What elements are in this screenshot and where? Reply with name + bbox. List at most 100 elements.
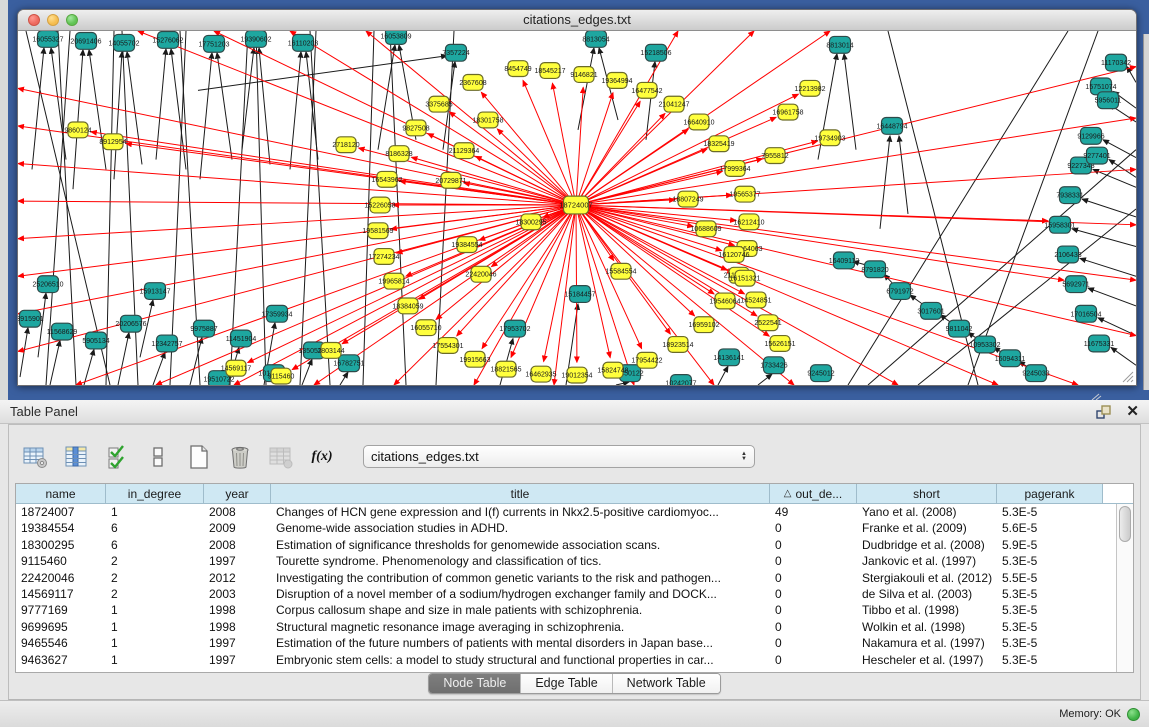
network-node[interactable]: 16409112 — [829, 252, 860, 269]
network-node[interactable]: 15218506 — [640, 44, 671, 61]
tab-node-table[interactable]: Node Table — [429, 674, 521, 693]
network-node[interactable]: 9277401 — [1083, 147, 1110, 164]
table-row[interactable]: 946554611997Estimation of the future num… — [16, 635, 1116, 651]
table-row[interactable]: 946362711997Embryonic stem cells: a mode… — [16, 652, 1116, 668]
network-node[interactable]: 9811042 — [946, 320, 973, 337]
network-node[interactable]: 18821565 — [490, 361, 521, 377]
window-resize-grip[interactable] — [1120, 369, 1134, 383]
network-node[interactable]: 18807249 — [672, 191, 703, 207]
network-node[interactable]: 14524851 — [740, 292, 771, 308]
network-node[interactable]: 18724007 — [559, 196, 592, 214]
memory-status-indicator[interactable] — [1127, 708, 1140, 721]
network-node[interactable]: 3915901 — [18, 310, 44, 327]
table-row[interactable]: 1938455462009Genome-wide association stu… — [16, 520, 1116, 536]
network-node[interactable]: 17359934 — [261, 305, 292, 322]
network-node[interactable]: 25206510 — [32, 276, 63, 293]
network-node[interactable]: 2803144 — [317, 342, 344, 358]
network-node[interactable]: 12213982 — [794, 80, 825, 96]
network-node[interactable]: 8813054 — [582, 31, 609, 47]
network-node[interactable]: 15626151 — [764, 336, 795, 352]
network-node[interactable]: 2106433 — [1054, 246, 1081, 263]
network-node[interactable]: 9245012 — [807, 365, 834, 382]
network-node[interactable]: 7938331 — [1056, 187, 1083, 204]
network-node[interactable]: 16640910 — [683, 114, 714, 130]
close-panel-icon[interactable]: ✕ — [1126, 405, 1139, 419]
network-node[interactable]: 15184457 — [564, 286, 595, 303]
network-node[interactable]: 12342757 — [151, 335, 182, 352]
function-builder-button[interactable]: f(x) — [308, 443, 336, 471]
column-header-out_de[interactable]: △out_de... — [770, 484, 857, 504]
network-node[interactable]: 9975887 — [190, 320, 217, 337]
network-node[interactable]: 17554301 — [432, 338, 463, 354]
tab-edge-table[interactable]: Edge Table — [521, 674, 612, 693]
network-node[interactable]: 15276062 — [152, 31, 183, 48]
network-node[interactable]: 9827508 — [402, 120, 429, 136]
network-node[interactable]: 18923514 — [662, 337, 693, 353]
network-node[interactable]: 9115460 — [268, 368, 295, 384]
network-node[interactable]: 5956011 — [1095, 92, 1122, 109]
network-node[interactable]: 8186328 — [385, 146, 412, 162]
new-column-button[interactable] — [185, 443, 213, 471]
network-node[interactable]: 16212410 — [733, 214, 764, 230]
table-row[interactable]: 1830029562008Estimation of significance … — [16, 537, 1116, 553]
network-node[interactable]: 19546064 — [709, 293, 740, 309]
network-node[interactable]: 2522541 — [754, 315, 781, 331]
network-node[interactable]: 15584554 — [605, 263, 636, 279]
table-row[interactable]: 1456911722003Disruption of a novel membe… — [16, 586, 1116, 602]
delete-column-button[interactable] — [226, 443, 254, 471]
network-node[interactable]: 17016504 — [1070, 305, 1101, 322]
network-node[interactable]: 18301758 — [472, 112, 503, 128]
network-node[interactable]: 16110203 — [288, 34, 319, 51]
table-row[interactable]: 969969511998Structural magnetic resonanc… — [16, 619, 1116, 635]
network-node[interactable]: 16448794 — [876, 118, 907, 135]
column-header-year[interactable]: year — [204, 484, 271, 504]
network-node[interactable]: 15958301 — [1044, 216, 1075, 233]
network-node[interactable]: 9146821 — [570, 67, 597, 83]
network-node[interactable]: 5692971 — [1062, 276, 1089, 293]
network-node[interactable]: 9129966 — [1077, 127, 1104, 144]
table-row[interactable]: 911546021997Tourette syndrome. Phenomeno… — [16, 553, 1116, 569]
network-node[interactable]: 5905134 — [82, 332, 109, 349]
column-header-in_degree[interactable]: in_degree — [106, 484, 204, 504]
unselect-all-button[interactable] — [144, 443, 172, 471]
network-node[interactable]: 16961758 — [772, 104, 803, 120]
network-node[interactable]: 8912954 — [99, 134, 126, 150]
network-node[interactable]: 2367608 — [459, 75, 486, 91]
select-all-button[interactable] — [103, 443, 131, 471]
network-node[interactable]: 19734903 — [814, 130, 845, 146]
network-node[interactable]: 20691406 — [70, 32, 101, 49]
table-row[interactable]: 977716911998Corpus callosum shape and si… — [16, 602, 1116, 618]
network-node[interactable]: 7357224 — [442, 44, 469, 61]
close-window-button[interactable] — [28, 14, 40, 26]
table-row[interactable]: 1872400712008Changes of HCN gene express… — [16, 504, 1116, 520]
network-node[interactable]: 8454749 — [504, 61, 531, 77]
network-node[interactable]: 1733426 — [760, 357, 787, 374]
network-node[interactable]: 7955812 — [761, 148, 788, 164]
network-node[interactable]: 10242077 — [665, 375, 696, 385]
network-node[interactable]: 16477542 — [631, 82, 662, 98]
network-node[interactable]: 16462935 — [525, 366, 556, 382]
network-node[interactable]: 17274234 — [368, 249, 399, 265]
table-selector-dropdown[interactable]: citations_edges.txt ▲ ▼ — [363, 445, 755, 468]
network-node[interactable]: 16053809 — [380, 31, 411, 44]
zoom-window-button[interactable] — [66, 14, 78, 26]
network-node[interactable]: 14136141 — [713, 349, 744, 366]
network-node[interactable]: 19012354 — [561, 367, 592, 383]
column-header-name[interactable]: name — [16, 484, 106, 504]
column-header-short[interactable]: short — [857, 484, 997, 504]
network-node[interactable]: 8813014 — [826, 36, 853, 53]
network-node[interactable]: 11675331 — [1084, 335, 1115, 352]
vertical-scrollbar[interactable] — [1116, 504, 1133, 672]
network-node[interactable]: 3017601 — [917, 302, 944, 319]
network-node[interactable]: 9245033 — [1022, 365, 1049, 382]
tab-network-table[interactable]: Network Table — [613, 674, 720, 693]
column-header-pagerank[interactable]: pagerank — [997, 484, 1103, 504]
network-node[interactable]: 11170342 — [1101, 54, 1131, 71]
minimize-window-button[interactable] — [47, 14, 59, 26]
network-node[interactable]: 9860124 — [64, 122, 91, 138]
network-node[interactable]: 16543962 — [371, 171, 402, 187]
delete-table-button[interactable] — [267, 443, 295, 471]
network-node[interactable]: 10953302 — [969, 336, 1000, 353]
network-node[interactable]: 20206576 — [115, 315, 146, 332]
network-node[interactable]: 19390602 — [240, 31, 271, 47]
